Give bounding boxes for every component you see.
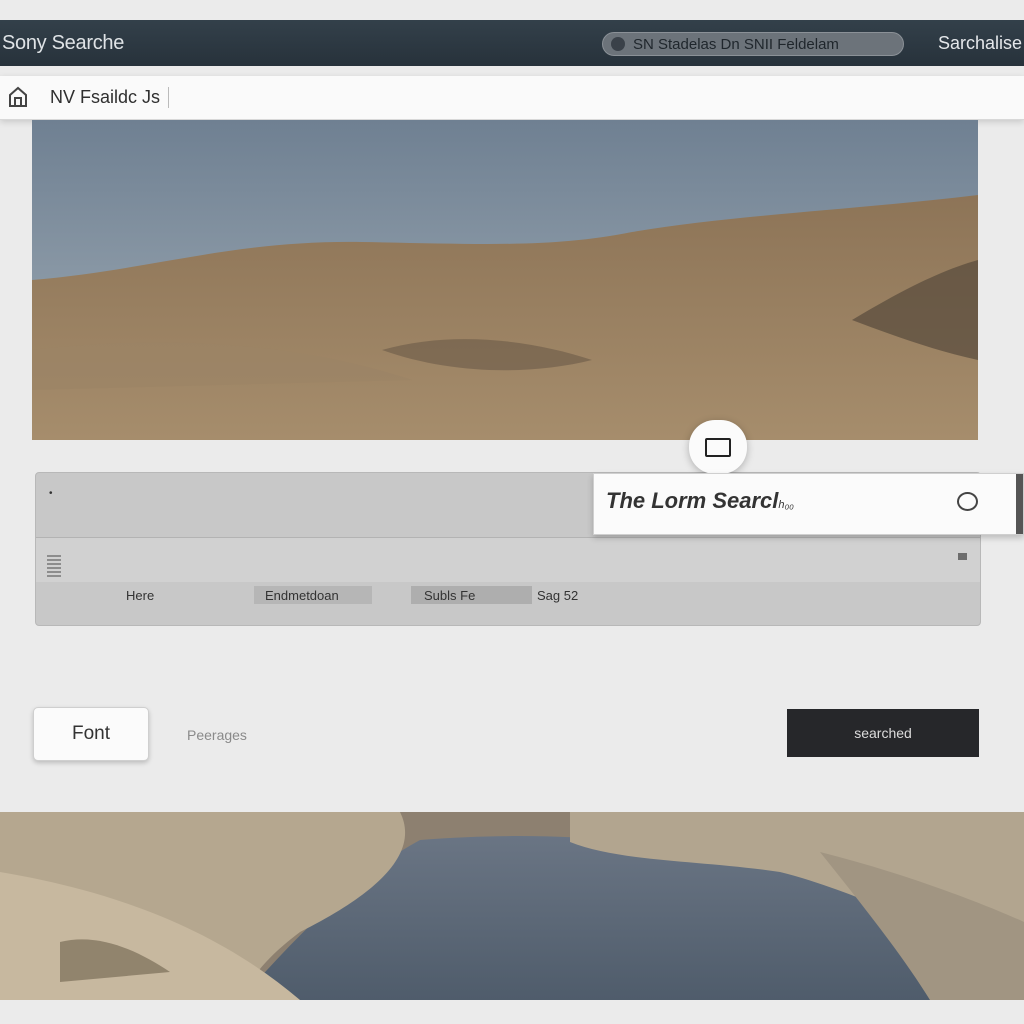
lower-image — [0, 812, 1024, 1000]
searched-button[interactable]: searched — [787, 709, 979, 757]
panel-toolbar-row — [36, 538, 980, 582]
header-search-pill[interactable]: SN Stadelas Dn SNII Feldelam — [602, 32, 904, 56]
header-search-text: SN Stadelas Dn SNII Feldelam — [633, 35, 839, 53]
small-square-icon[interactable] — [958, 553, 967, 560]
search-edge — [1016, 474, 1023, 534]
pages-label: Peerages — [187, 727, 247, 743]
list-lines-icon[interactable] — [47, 555, 61, 577]
secondary-toolbar: NV Fsaildc Js — [0, 76, 1024, 120]
table-cell[interactable]: Endmetdoan — [254, 586, 372, 604]
page-title: NV Fsaildc Js — [50, 87, 170, 108]
home-icon[interactable] — [8, 86, 28, 108]
header-right-link[interactable]: Sarchalise — [938, 33, 1022, 54]
table-cell[interactable]: Subls Fe — [411, 586, 532, 604]
rectangle-toggle-button[interactable] — [689, 420, 747, 474]
circle-icon[interactable] — [957, 492, 978, 511]
panel-marker: • — [49, 488, 53, 499]
font-button[interactable]: Font — [33, 707, 149, 761]
top-app-bar: Sony Searche SN Stadelas Dn SNII Feldela… — [0, 20, 1024, 66]
table-cell[interactable]: Sag 52 — [537, 586, 578, 604]
search-input[interactable]: The Lorm Searclh₀₀ — [593, 473, 1024, 535]
hero-image — [32, 120, 978, 440]
rectangle-icon — [705, 437, 731, 457]
search-text: The Lorm Searclh₀₀ — [606, 488, 794, 513]
table-cell[interactable]: Here — [126, 586, 154, 604]
app-brand[interactable]: Sony Searche — [2, 32, 124, 55]
search-dot-icon — [611, 37, 625, 51]
